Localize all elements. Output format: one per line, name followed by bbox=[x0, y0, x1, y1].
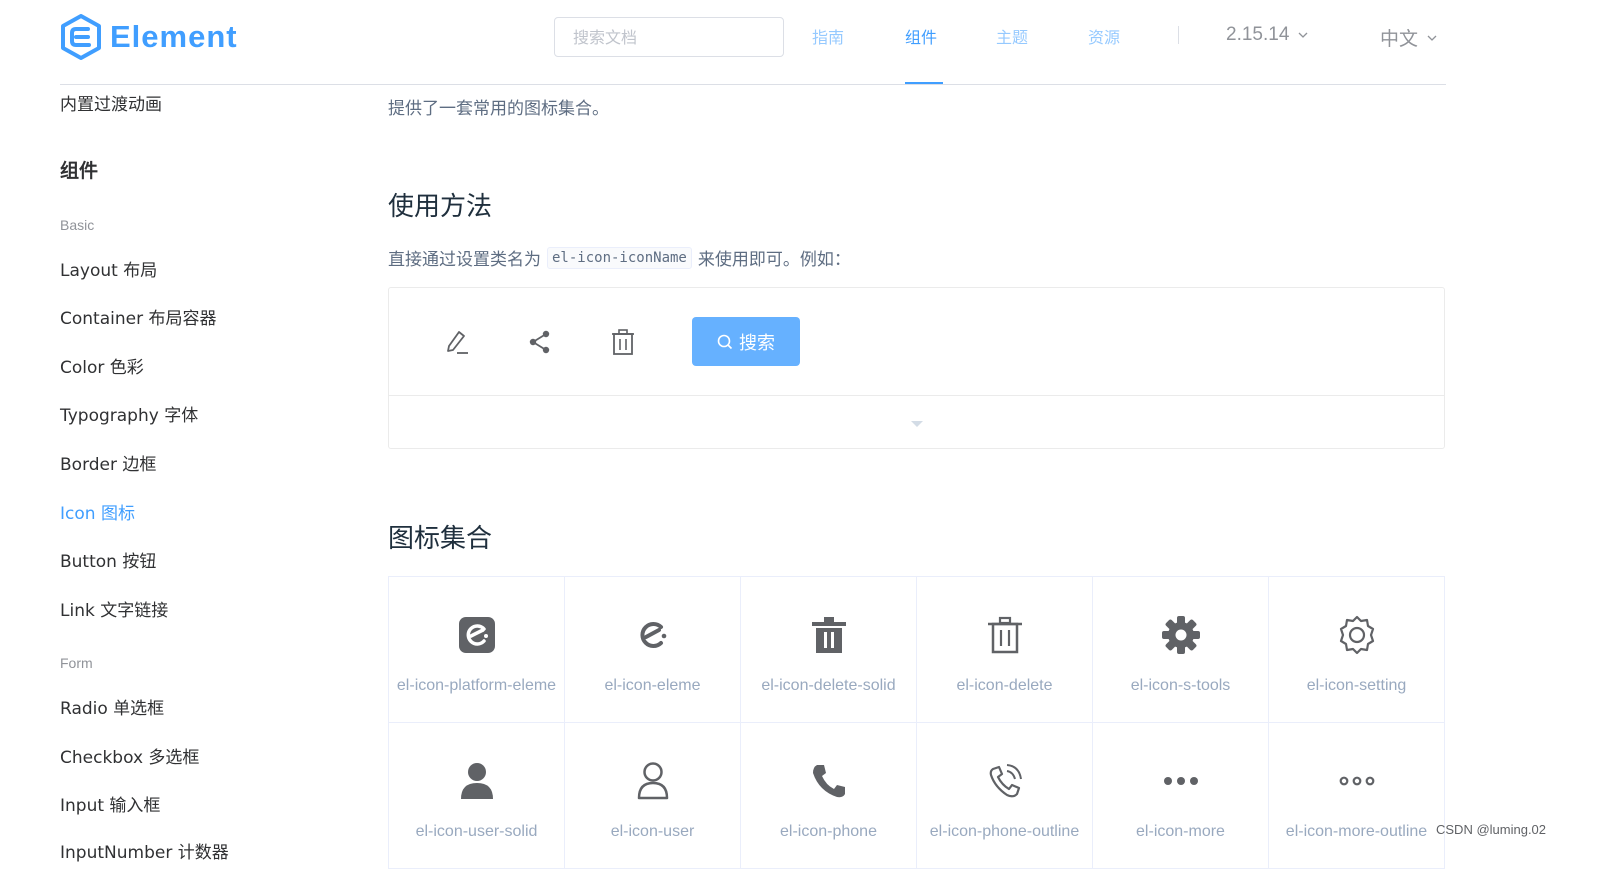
intro-text: 提供了一套常用的图标集合。 bbox=[388, 99, 609, 119]
logo[interactable]: Element bbox=[60, 13, 238, 61]
user-icon bbox=[637, 762, 668, 800]
sidebar-item-input[interactable]: Input 输入框 bbox=[60, 791, 160, 816]
icon-name: el-icon-phone-outline bbox=[929, 823, 1080, 840]
s-tools-icon bbox=[1161, 616, 1200, 654]
collection-heading: 图标集合 bbox=[388, 524, 493, 554]
icon-cell[interactable]: el-icon-phone-outline bbox=[917, 723, 1093, 869]
chevron-down-icon bbox=[1298, 32, 1308, 38]
top-header: Element 指南 组件 主题 资源 2.15.14 中文 bbox=[0, 0, 1613, 86]
demo-expand-toggle[interactable] bbox=[389, 396, 1444, 449]
icon-name: el-icon-more bbox=[1136, 823, 1225, 840]
sidebar-item-button[interactable]: Button 按钮 bbox=[60, 547, 156, 572]
search-button[interactable]: 搜索 bbox=[692, 317, 800, 366]
usage-text: 直接通过设置类名为 bbox=[388, 250, 541, 270]
sidebar-group-basic: Basic bbox=[60, 217, 95, 233]
more-outline-icon bbox=[1339, 776, 1374, 786]
setting-icon bbox=[1339, 615, 1374, 655]
element-logo-icon bbox=[61, 14, 101, 60]
icon-cell[interactable]: el-icon-eleme bbox=[565, 577, 741, 723]
icon-name: el-icon-platform-eleme bbox=[396, 677, 557, 694]
platform-eleme-icon bbox=[458, 617, 495, 653]
icon-cell[interactable]: el-icon-phone bbox=[741, 723, 917, 869]
more-icon bbox=[1163, 777, 1198, 785]
nav-resource[interactable]: 资源 bbox=[1088, 24, 1120, 48]
user-solid-icon bbox=[460, 763, 493, 799]
demo-source: 搜索 bbox=[389, 288, 1444, 396]
sidebar-item-icon[interactable]: Icon 图标 bbox=[60, 499, 135, 524]
search-button-label: 搜索 bbox=[739, 332, 775, 354]
icon-cell[interactable]: el-icon-more-outline bbox=[1269, 723, 1445, 869]
phone-icon bbox=[812, 765, 845, 798]
sidebar-item-typography[interactable]: Typography 字体 bbox=[60, 401, 198, 426]
sidebar-item-checkbox[interactable]: Checkbox 多选框 bbox=[60, 743, 199, 768]
sidebar-item-radio[interactable]: Radio 单选框 bbox=[60, 694, 164, 719]
sidebar-item-transition[interactable]: 内置过渡动画 bbox=[60, 90, 162, 115]
version-select[interactable]: 2.15.14 bbox=[1226, 24, 1309, 46]
nav-divider bbox=[1178, 26, 1179, 44]
icon-name: el-icon-delete-solid bbox=[761, 677, 896, 694]
delete-solid-icon bbox=[811, 617, 846, 653]
sidebar-section-title: 组件 bbox=[60, 160, 99, 182]
nav-component[interactable]: 组件 bbox=[905, 24, 937, 48]
edit-icon[interactable] bbox=[443, 328, 471, 356]
icon-name: el-icon-delete bbox=[956, 677, 1053, 694]
icon-cell[interactable]: el-icon-user-solid bbox=[389, 723, 565, 869]
search-icon bbox=[717, 334, 733, 349]
demo-block: 搜索 bbox=[388, 287, 1445, 449]
icon-name: el-icon-user bbox=[610, 823, 695, 840]
usage-heading: 使用方法 bbox=[388, 192, 493, 222]
delete-icon bbox=[987, 616, 1022, 654]
icon-cell[interactable]: el-icon-delete-solid bbox=[741, 577, 917, 723]
sidebar-item-border[interactable]: Border 边框 bbox=[60, 450, 156, 475]
sidebar-group-form: Form bbox=[60, 655, 93, 671]
icon-name: el-icon-more-outline bbox=[1285, 823, 1428, 840]
watermark: CSDN @luming.02 bbox=[1436, 822, 1547, 837]
delete-icon[interactable] bbox=[609, 328, 637, 356]
icon-cell[interactable]: el-icon-user bbox=[565, 723, 741, 869]
icon-name: el-icon-eleme bbox=[604, 677, 701, 694]
version-label: 2.15.14 bbox=[1226, 24, 1290, 45]
caret-down-icon bbox=[911, 421, 923, 427]
icon-name: el-icon-phone bbox=[780, 823, 877, 840]
icon-cell[interactable]: el-icon-platform-eleme bbox=[389, 577, 565, 723]
usage-code: el-icon-iconName bbox=[547, 246, 692, 269]
usage-text-suffix: 来使用即可。例如： bbox=[697, 250, 851, 270]
icon-cell[interactable]: el-icon-more bbox=[1093, 723, 1269, 869]
language-select[interactable]: 中文 bbox=[1380, 24, 1438, 51]
nav-guide[interactable]: 指南 bbox=[812, 24, 844, 48]
sidebar-item-link[interactable]: Link 文字链接 bbox=[60, 596, 168, 621]
icon-name: el-icon-s-tools bbox=[1130, 677, 1231, 694]
icon-grid: el-icon-platform-eleme el-icon-eleme el-… bbox=[388, 576, 1445, 869]
icon-cell[interactable]: el-icon-s-tools bbox=[1093, 577, 1269, 723]
usage-paragraph: 直接通过设置类名为 el-icon-iconName 来使用即可。例如： bbox=[388, 245, 851, 270]
header-divider bbox=[60, 84, 1446, 85]
share-icon[interactable] bbox=[526, 328, 554, 356]
language-label: 中文 bbox=[1380, 28, 1419, 50]
chevron-down-icon bbox=[1427, 35, 1437, 41]
icon-name: el-icon-user-solid bbox=[415, 823, 538, 840]
search-input[interactable] bbox=[554, 17, 784, 57]
sidebar-item-color[interactable]: Color 色彩 bbox=[60, 353, 144, 378]
sidebar-item-inputnumber[interactable]: InputNumber 计数器 bbox=[60, 838, 229, 863]
icon-name: el-icon-setting bbox=[1306, 677, 1407, 694]
sidebar-item-layout[interactable]: Layout 布局 bbox=[60, 256, 157, 281]
icon-cell[interactable]: el-icon-setting bbox=[1269, 577, 1445, 723]
phone-outline-icon bbox=[989, 764, 1022, 798]
eleme-icon bbox=[640, 622, 666, 648]
nav-theme[interactable]: 主题 bbox=[996, 24, 1028, 48]
logo-text: Element bbox=[110, 19, 238, 54]
sidebar-item-container[interactable]: Container 布局容器 bbox=[60, 304, 216, 329]
icon-cell[interactable]: el-icon-delete bbox=[917, 577, 1093, 723]
